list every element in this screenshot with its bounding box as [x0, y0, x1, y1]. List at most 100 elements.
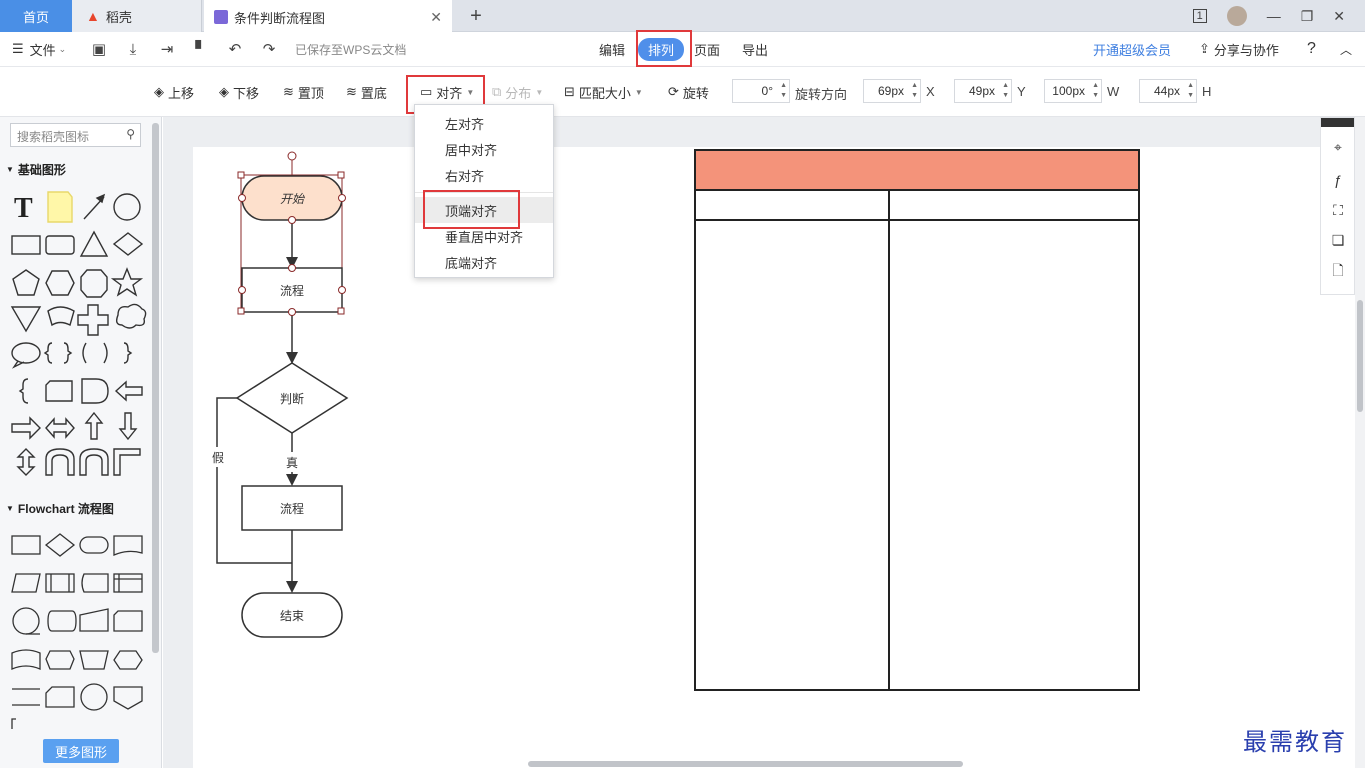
- minimize-icon[interactable]: —: [1267, 8, 1281, 24]
- section-flowchart[interactable]: ▼ Flowchart 流程图: [6, 500, 114, 517]
- tab-home[interactable]: 首页: [0, 0, 72, 32]
- page-icon[interactable]: 🗋: [1329, 262, 1347, 281]
- h-label: H: [1202, 84, 1212, 99]
- share-label: 分享与协作: [1213, 42, 1279, 58]
- section-flowchart-label: Flowchart 流程图: [17, 502, 114, 516]
- copy-pages-icon[interactable]: ❏: [1329, 231, 1347, 249]
- vertical-scroll-thumb[interactable]: [1357, 300, 1363, 412]
- menu-arrange[interactable]: 排列: [638, 32, 685, 66]
- w-input[interactable]: 100px ▲ ▼: [1044, 79, 1102, 103]
- decision-label[interactable]: 判断: [262, 383, 322, 413]
- export-file-icon[interactable]: ⇥: [158, 40, 176, 58]
- redo-icon[interactable]: ↷: [260, 40, 278, 58]
- page-count-badge[interactable]: 1: [1192, 9, 1207, 23]
- end-label[interactable]: 结束: [242, 593, 342, 637]
- search-input[interactable]: 搜索稻壳图标 ⚲: [10, 123, 141, 147]
- chevron-down-icon: ⌄: [58, 43, 67, 54]
- basic-shapes-grid[interactable]: T: [6, 187, 152, 487]
- crop-page-icon[interactable]: ⛶: [1329, 201, 1347, 219]
- tab-document[interactable]: 条件判断流程图 ✕: [204, 0, 452, 32]
- help-button[interactable]: ?: [1307, 32, 1316, 66]
- rotate-label: 旋转: [682, 85, 709, 101]
- avatar[interactable]: [1226, 6, 1247, 26]
- file-menu-label: 文件: [29, 42, 56, 58]
- distribute-icon: ⧉: [492, 84, 502, 99]
- menu-item-align-center[interactable]: 居中对齐: [415, 136, 553, 162]
- close-window-icon[interactable]: ✕: [1333, 8, 1345, 25]
- hamburger-icon: ☰: [12, 41, 24, 56]
- stepper-icon[interactable]: ▲ ▼: [911, 81, 918, 101]
- close-tab-icon[interactable]: ✕: [430, 9, 442, 26]
- align-dropdown-menu: 左对齐 居中对齐 右对齐 顶端对齐 垂直居中对齐 底端对齐: [414, 104, 554, 278]
- right-strip-header: [1321, 118, 1354, 127]
- left-panel-scrollbar[interactable]: [152, 123, 159, 653]
- file-menu[interactable]: ☰ 文件 ⌄: [12, 32, 66, 66]
- vip-link[interactable]: 开通超级会员: [1093, 32, 1171, 66]
- process2-label[interactable]: 流程: [242, 486, 342, 530]
- chevron-down-icon: ▼: [466, 87, 475, 97]
- watermark: 最需教育: [1243, 728, 1347, 756]
- flowchart-shapes-grid[interactable]: [6, 529, 152, 729]
- x-input[interactable]: 69px ▲ ▼: [863, 79, 921, 103]
- caret-down-icon: ▼: [6, 165, 14, 174]
- match-size-button[interactable]: ⊟ 匹配大小 ▼: [564, 82, 643, 102]
- menu-edit[interactable]: 编辑: [599, 32, 625, 66]
- navigator-icon[interactable]: ⌖: [1329, 138, 1347, 156]
- section-basic-shapes[interactable]: ▼ 基础图形: [6, 161, 66, 178]
- stepper-icon[interactable]: ▲ ▼: [1092, 81, 1099, 101]
- move-up-button[interactable]: ◈ 上移: [154, 82, 194, 102]
- move-down-button[interactable]: ◈ 下移: [219, 82, 259, 102]
- rotate-direction-button[interactable]: 旋转方向: [795, 84, 847, 103]
- h-value: 44px: [1153, 84, 1180, 98]
- vertical-scrollbar[interactable]: [1355, 117, 1365, 768]
- collapse-ribbon-icon[interactable]: ︿: [1340, 32, 1352, 66]
- stepper-icon[interactable]: ▲ ▼: [1002, 81, 1009, 101]
- menu-page[interactable]: 页面: [694, 32, 720, 66]
- save-icon[interactable]: ▣: [90, 40, 108, 58]
- stepper-icon[interactable]: ▲ ▼: [1187, 81, 1194, 101]
- menu-item-align-right[interactable]: 右对齐: [415, 162, 553, 188]
- shape-library-panel: 搜索稻壳图标 ⚲ ▼ 基础图形 T ▼ Flowchart 流程图 更多图形: [0, 117, 162, 768]
- search-icon[interactable]: ⚲: [126, 127, 135, 141]
- more-shapes-button[interactable]: 更多图形: [43, 739, 119, 763]
- tab-home-label: 首页: [22, 9, 49, 25]
- distribute-button[interactable]: ⧉ 分布 ▼: [492, 82, 543, 102]
- menu-export[interactable]: 导出: [742, 32, 768, 66]
- format-painter-icon[interactable]: ▘: [192, 40, 210, 58]
- align-button[interactable]: ▭ 对齐 ▼: [420, 82, 474, 102]
- align-label: 对齐: [436, 85, 463, 101]
- share-button[interactable]: ⇪ 分享与协作: [1199, 32, 1279, 66]
- y-value: 49px: [968, 84, 995, 98]
- w-value: 100px: [1052, 84, 1085, 98]
- move-up-label: 上移: [168, 85, 195, 101]
- restore-icon[interactable]: ❐: [1301, 8, 1314, 25]
- rotation-input[interactable]: 0° ▲ ▼: [732, 79, 790, 103]
- menu-item-align-left[interactable]: 左对齐: [415, 110, 553, 136]
- menu-arrange-label: 排列: [638, 37, 685, 61]
- rotate-button[interactable]: ⟳ 旋转: [668, 82, 709, 102]
- drawing-page[interactable]: 开始 流程 判断 假 真 流程 结束: [193, 147, 1320, 768]
- y-input[interactable]: 49px ▲ ▼: [954, 79, 1012, 103]
- true-label: 真: [281, 452, 303, 472]
- search-placeholder: 搜索稻壳图标: [17, 130, 90, 144]
- x-value: 69px: [877, 84, 904, 98]
- to-bottom-button[interactable]: ≋ 置底: [346, 82, 387, 102]
- new-tab-button[interactable]: +: [462, 0, 490, 32]
- to-top-button[interactable]: ≋ 置顶: [283, 82, 324, 102]
- diagram-svg: [216, 149, 1140, 691]
- tab-daoke[interactable]: ▲ 稻壳: [72, 0, 202, 32]
- horizontal-scroll-thumb[interactable]: [528, 761, 963, 767]
- undo-icon[interactable]: ↶: [226, 40, 244, 58]
- stepper-icon[interactable]: ▲ ▼: [780, 81, 787, 101]
- process1-label[interactable]: 流程: [242, 268, 342, 312]
- arrange-toolbar: ◈ 上移 ◈ 下移 ≋ 置顶 ≋ 置底 ▭ 对齐 ▼ ⧉ 分布 ▼ ⊟ 匹配大小 ▼ ⟳ 旋转 0° ▲…: [0, 67, 1365, 117]
- start-label[interactable]: 开始: [242, 176, 342, 220]
- canvas-area[interactable]: 开始 流程 判断 假 真 流程 结束: [163, 117, 1320, 768]
- menu-item-align-bottom[interactable]: 底端对齐: [415, 249, 553, 275]
- h-input[interactable]: 44px ▲ ▼: [1139, 79, 1197, 103]
- chevron-down-icon: ▼: [535, 87, 544, 97]
- formula-icon[interactable]: ƒ: [1329, 171, 1347, 189]
- menu-item-align-middle[interactable]: 垂直居中对齐: [415, 223, 553, 249]
- menu-item-align-top[interactable]: 顶端对齐: [415, 197, 553, 223]
- download-icon[interactable]: ⤓: [124, 40, 142, 58]
